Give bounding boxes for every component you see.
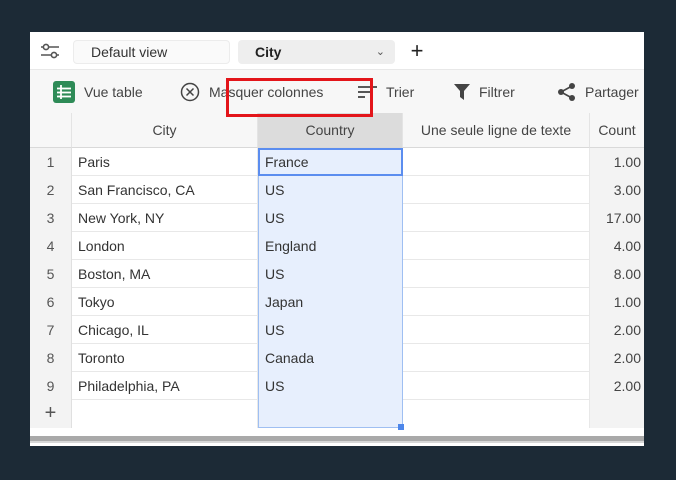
cell-count[interactable]: 1.00 <box>590 288 644 316</box>
table-row: 5 Boston, MA US 8.00 <box>30 260 644 288</box>
cell-city[interactable]: London <box>72 232 258 260</box>
cell-country[interactable]: US <box>258 204 403 232</box>
cell-city[interactable]: San Francisco, CA <box>72 176 258 204</box>
cell-country[interactable]: England <box>258 232 403 260</box>
cell-text[interactable] <box>403 232 590 260</box>
cell-city[interactable]: Toronto <box>72 344 258 372</box>
chevron-down-icon: ⌄ <box>375 46 385 58</box>
column-header-city[interactable]: City <box>72 113 258 148</box>
cell-text[interactable] <box>403 344 590 372</box>
row-number[interactable]: 6 <box>30 288 72 316</box>
cell-text[interactable] <box>403 316 590 344</box>
cell-country[interactable]: France <box>258 148 403 176</box>
table-row: 4 London England 4.00 <box>30 232 644 260</box>
hide-columns-button[interactable]: Masquer colonnes <box>180 70 323 114</box>
row-number[interactable]: 3 <box>30 204 72 232</box>
row-number[interactable]: 8 <box>30 344 72 372</box>
column-header-text[interactable]: Une seule ligne de texte <box>403 113 590 148</box>
add-row-button[interactable]: + <box>30 400 72 428</box>
row-number[interactable]: 5 <box>30 260 72 288</box>
cell-country[interactable]: US <box>258 316 403 344</box>
cell-text[interactable] <box>403 204 590 232</box>
sort-label: Trier <box>386 84 415 100</box>
data-grid: City Country Une seule ligne de texte Co… <box>30 113 644 432</box>
cell-count[interactable]: 1.00 <box>590 148 644 176</box>
cell-country[interactable]: Japan <box>258 288 403 316</box>
cell-count[interactable]: 17.00 <box>590 204 644 232</box>
share-button[interactable]: Partager <box>557 70 639 114</box>
row-number[interactable]: 7 <box>30 316 72 344</box>
cell-text[interactable] <box>403 176 590 204</box>
cell-city[interactable]: Tokyo <box>72 288 258 316</box>
toolbar: Vue table Masquer colonnes Trier Filtrer <box>30 69 644 113</box>
add-table-button[interactable]: + <box>405 38 429 64</box>
cell-text[interactable] <box>403 148 590 176</box>
cell-count[interactable]: 8.00 <box>590 260 644 288</box>
cell-count[interactable]: 4.00 <box>590 232 644 260</box>
table-view-button[interactable]: Vue table <box>53 70 143 114</box>
table-row: 1 Paris France 1.00 <box>30 148 644 176</box>
filter-button[interactable]: Filtrer <box>454 70 515 114</box>
cell-text[interactable] <box>403 288 590 316</box>
share-icon <box>558 83 575 101</box>
corner-header[interactable] <box>30 113 72 148</box>
cell-city[interactable]: New York, NY <box>72 204 258 232</box>
cell-count[interactable]: 2.00 <box>590 372 644 400</box>
sort-icon <box>358 86 377 98</box>
table-row: 2 San Francisco, CA US 3.00 <box>30 176 644 204</box>
table-row: 9 Philadelphia, PA US 2.00 <box>30 372 644 400</box>
table-view-label: Vue table <box>84 84 143 100</box>
cell-count[interactable]: 2.00 <box>590 344 644 372</box>
table-select-dropdown[interactable]: City ⌄ <box>238 40 395 64</box>
settings-sliders-icon[interactable] <box>38 40 62 62</box>
cell-country[interactable]: US <box>258 260 403 288</box>
cell-text[interactable] <box>403 260 590 288</box>
cell-city[interactable]: Boston, MA <box>72 260 258 288</box>
app-window: Default view City ⌄ + Vue table Masquer <box>30 32 644 446</box>
row-number[interactable]: 4 <box>30 232 72 260</box>
scrollbar-track <box>30 441 644 443</box>
cell-city[interactable]: Philadelphia, PA <box>72 372 258 400</box>
column-header-country[interactable]: Country <box>258 113 403 148</box>
table-row: 3 New York, NY US 17.00 <box>30 204 644 232</box>
cell-country[interactable]: US <box>258 176 403 204</box>
cell-text[interactable] <box>403 372 590 400</box>
new-row-cell-city[interactable] <box>72 400 258 428</box>
filter-label: Filtrer <box>479 84 515 100</box>
filter-icon <box>454 84 470 100</box>
table-row: 8 Toronto Canada 2.00 <box>30 344 644 372</box>
column-header-count[interactable]: Count <box>590 113 644 148</box>
view-name-field[interactable]: Default view <box>73 40 230 64</box>
sort-button[interactable]: Trier <box>358 70 414 114</box>
table-select-label: City <box>255 44 282 60</box>
top-bar: Default view City ⌄ + <box>30 32 644 69</box>
hide-columns-icon <box>180 82 200 102</box>
new-row-cell-text[interactable] <box>403 400 590 428</box>
hide-columns-label: Masquer colonnes <box>209 84 324 100</box>
table-row: 6 Tokyo Japan 1.00 <box>30 288 644 316</box>
new-row-cell-country[interactable] <box>258 400 403 428</box>
table-icon <box>53 81 75 103</box>
cell-city[interactable]: Chicago, IL <box>72 316 258 344</box>
new-row-cell-count[interactable] <box>590 400 644 428</box>
share-label: Partager <box>585 84 639 100</box>
row-number[interactable]: 2 <box>30 176 72 204</box>
cell-count[interactable]: 2.00 <box>590 316 644 344</box>
row-number[interactable]: 9 <box>30 372 72 400</box>
cell-country[interactable]: US <box>258 372 403 400</box>
add-row-strip: + <box>30 400 644 428</box>
cell-city[interactable]: Paris <box>72 148 258 176</box>
cell-count[interactable]: 3.00 <box>590 176 644 204</box>
fill-handle[interactable] <box>398 424 404 430</box>
row-number[interactable]: 1 <box>30 148 72 176</box>
cell-country[interactable]: Canada <box>258 344 403 372</box>
table-row: 7 Chicago, IL US 2.00 <box>30 316 644 344</box>
